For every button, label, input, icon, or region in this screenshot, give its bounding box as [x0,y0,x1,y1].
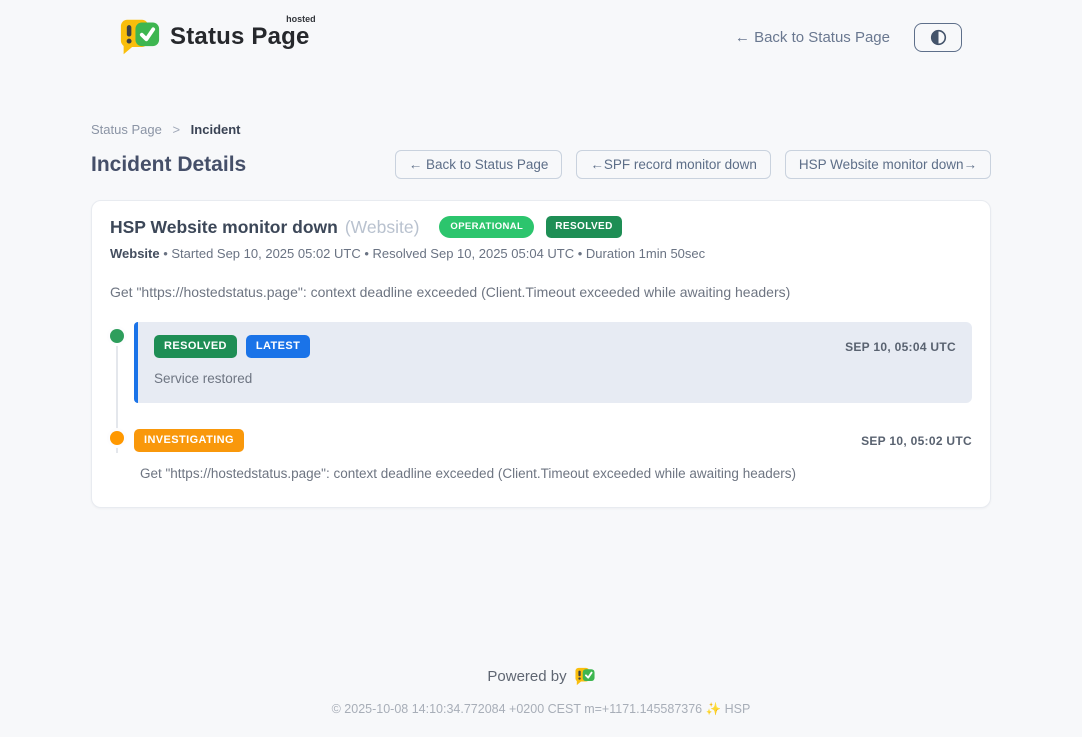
breadcrumb: Status Page > Incident [91,122,991,137]
incident-nav-buttons: ← Back to Status Page ←SPF record monito… [395,150,991,179]
header: Status Page hosted ← Back to Status Page [0,0,1082,70]
resolved-badge: RESOLVED [154,335,237,358]
page-title: Incident Details [91,153,246,177]
timeline-timestamp: SEP 10, 05:02 UTC [861,434,972,448]
timeline-update-box: RESOLVED LATEST SEP 10, 05:04 UTC Servic… [134,322,972,403]
timeline-item-resolved: RESOLVED LATEST SEP 10, 05:04 UTC Servic… [134,322,972,403]
incident-timeline: RESOLVED LATEST SEP 10, 05:04 UTC Servic… [110,322,972,481]
incident-title-row: HSP Website monitor down (Website) OPERA… [110,216,972,238]
logo[interactable]: Status Page hosted [120,16,310,58]
main-content: Status Page > Incident Incident Details … [91,70,991,508]
powered-by-link[interactable]: Powered by [0,666,1082,687]
footer: Powered by © 2025-10-08 14:10:34.772084 … [0,666,1082,737]
timeline-timestamp: SEP 10, 05:04 UTC [845,340,956,354]
incident-title: HSP Website monitor down [110,217,338,238]
status-page-app: Status Page hosted ← Back to Status Page… [0,0,1082,737]
timeline-dot-resolved [110,329,124,343]
breadcrumb-separator: > [172,122,180,137]
theme-toggle-button[interactable] [914,23,962,52]
timeline-message: Service restored [154,371,956,386]
incident-meta-component: Website [110,246,160,261]
hsp-logo-icon [575,666,595,687]
breadcrumb-status-page[interactable]: Status Page [91,122,162,137]
incident-meta-details: • Started Sep 10, 2025 05:02 UTC • Resol… [160,246,706,261]
latest-badge: LATEST [246,335,310,358]
incident-description: Get "https://hostedstatus.page": context… [110,284,972,300]
title-row: Incident Details ← Back to Status Page ←… [91,150,991,179]
previous-incident-button[interactable]: ←SPF record monitor down [576,150,771,179]
timeline-message: Get "https://hostedstatus.page": context… [134,466,972,481]
incident-meta: Website • Started Sep 10, 2025 05:02 UTC… [110,246,972,261]
back-to-status-page-link[interactable]: ← Back to Status Page [735,29,890,46]
incident-component: (Website) [345,217,420,238]
incident-card: HSP Website monitor down (Website) OPERA… [91,200,991,508]
next-incident-button[interactable]: HSP Website monitor down→ [785,150,991,179]
logo-text: Status Page [170,23,310,50]
status-page-logo-icon [120,16,160,58]
resolved-status-badge: RESOLVED [546,216,621,238]
operational-badge: OPERATIONAL [439,216,534,238]
timeline-dot-investigating [110,431,124,445]
timeline-item-investigating: INVESTIGATING SEP 10, 05:02 UTC Get "htt… [134,429,972,481]
logo-superscript: hosted [286,14,316,24]
breadcrumb-incident: Incident [191,122,241,137]
half-circle-icon [930,29,947,46]
powered-by-label: Powered by [487,668,566,685]
back-to-status-page-button[interactable]: ← Back to Status Page [395,150,563,179]
investigating-badge: INVESTIGATING [134,429,244,452]
copyright-text: © 2025-10-08 14:10:34.772084 +0200 CEST … [0,702,1082,717]
